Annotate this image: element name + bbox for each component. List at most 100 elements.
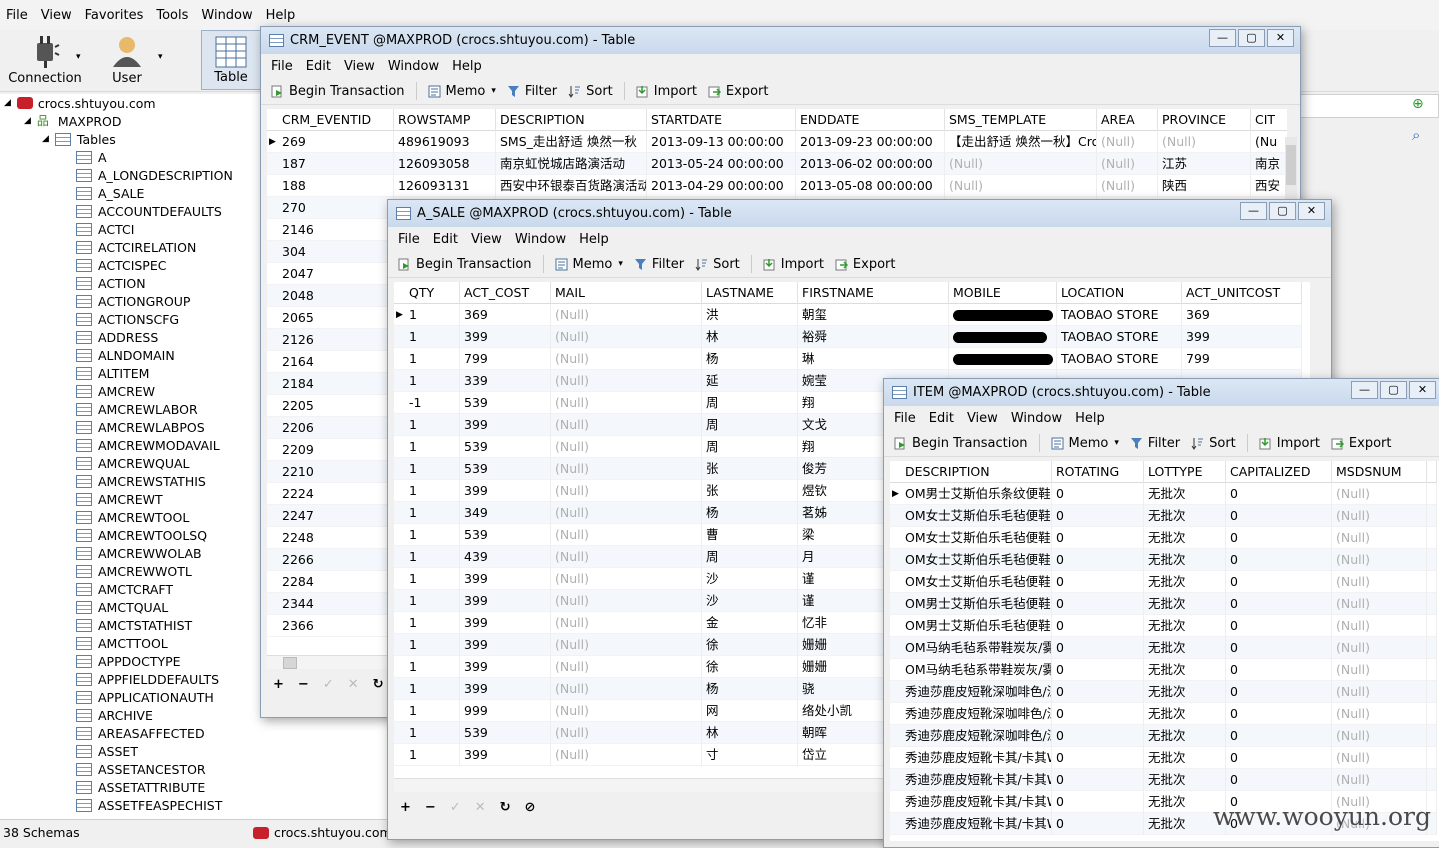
tree-table-item[interactable]: AREASAFFECTED bbox=[76, 724, 205, 742]
column-header[interactable]: LASTNAME bbox=[702, 282, 798, 304]
table-cell[interactable] bbox=[949, 304, 1057, 326]
table-cell[interactable]: 399 bbox=[460, 568, 551, 590]
tree-connection[interactable]: ◢crocs.shtuyou.com bbox=[4, 94, 156, 112]
table-row[interactable]: ▶1369(Null)洪朝玺TAOBAO STORE369 bbox=[394, 304, 1302, 326]
table-cell[interactable]: (Null) bbox=[551, 612, 702, 634]
tree-table-item[interactable]: AMCREWWOTL bbox=[76, 562, 192, 580]
export-button[interactable]: Export bbox=[708, 84, 769, 99]
table-row[interactable]: OM男士艾斯伯乐毛毡便鞋0无批次0(Null) bbox=[890, 615, 1437, 637]
tree-table-item[interactable]: ACTION bbox=[76, 274, 146, 292]
window-titlebar[interactable]: A_SALE @MAXPROD (crocs.shtuyou.com) - Ta… bbox=[388, 200, 1331, 227]
table-cell[interactable]: (Null) bbox=[1332, 549, 1427, 571]
table-cell[interactable]: 1 bbox=[405, 370, 460, 392]
tree-table-item[interactable]: AMCREWQUAL bbox=[76, 454, 190, 472]
table-cell[interactable]: 1 bbox=[405, 458, 460, 480]
table-cell[interactable]: 399 bbox=[460, 612, 551, 634]
table-cell[interactable]: 1 bbox=[405, 612, 460, 634]
table-cell[interactable]: 无批次 bbox=[1144, 527, 1226, 549]
table-cell[interactable]: 1 bbox=[405, 700, 460, 722]
delete-record-icon[interactable]: − bbox=[298, 677, 309, 692]
maximize-button[interactable]: ▢ bbox=[1238, 29, 1265, 47]
table-cell[interactable]: 2210 bbox=[278, 461, 394, 483]
import-button[interactable]: Import bbox=[1259, 436, 1320, 451]
table-cell[interactable]: 2248 bbox=[278, 527, 394, 549]
table-cell[interactable]: 539 bbox=[460, 458, 551, 480]
tree-table-item[interactable]: AMCREWT bbox=[76, 490, 163, 508]
table-cell[interactable]: (Null) bbox=[551, 502, 702, 524]
table-cell[interactable]: 1 bbox=[405, 590, 460, 612]
table-cell[interactable]: 539 bbox=[460, 524, 551, 546]
tree-table-item[interactable]: ADDRESS bbox=[76, 328, 158, 346]
table-cell[interactable]: 0 bbox=[1226, 593, 1332, 615]
table-cell[interactable]: OM男士艾斯伯乐毛毡便鞋 bbox=[901, 593, 1052, 615]
table-cell[interactable]: (Null) bbox=[551, 568, 702, 590]
table-cell[interactable]: 799 bbox=[460, 348, 551, 370]
table-cell[interactable]: (Null) bbox=[551, 458, 702, 480]
table-cell[interactable]: 2205 bbox=[278, 395, 394, 417]
table-cell[interactable]: 周 bbox=[702, 392, 798, 414]
table-cell[interactable]: OM女士艾斯伯乐毛毡便鞋 bbox=[901, 571, 1052, 593]
table-cell[interactable]: 林 bbox=[702, 722, 798, 744]
column-header[interactable]: MSDSNUM bbox=[1332, 461, 1427, 483]
close-button[interactable]: ✕ bbox=[1267, 29, 1294, 47]
table-cell[interactable]: 0 bbox=[1052, 703, 1144, 725]
maximize-button[interactable]: ▢ bbox=[1380, 381, 1407, 399]
table-cell[interactable]: 539 bbox=[460, 722, 551, 744]
table-cell[interactable]: 徐 bbox=[702, 634, 798, 656]
table-cell[interactable]: 126093058 bbox=[394, 153, 496, 175]
table-cell[interactable]: (Null) bbox=[551, 744, 702, 766]
table-cell[interactable]: 399 bbox=[460, 678, 551, 700]
table-cell[interactable]: OM马纳毛毡系带鞋炭灰/雾 bbox=[901, 659, 1052, 681]
table-cell[interactable]: 无批次 bbox=[1144, 769, 1226, 791]
table-cell[interactable]: 270 bbox=[278, 197, 394, 219]
tree-table-item[interactable]: ARCHIVE bbox=[76, 706, 153, 724]
table-cell[interactable]: 0 bbox=[1226, 681, 1332, 703]
tree-table-item[interactable]: ASSETANCESTOR bbox=[76, 760, 206, 778]
table-cell[interactable]: 无批次 bbox=[1144, 659, 1226, 681]
table-cell[interactable]: 0 bbox=[1226, 527, 1332, 549]
table-cell[interactable]: 0 bbox=[1226, 483, 1332, 505]
table-cell[interactable]: 金 bbox=[702, 612, 798, 634]
table-cell[interactable]: (Null) bbox=[551, 414, 702, 436]
table-row[interactable]: ▶269489619093SMS_走出舒适 焕然一秋2013-09-13 00:… bbox=[267, 131, 1287, 153]
window-menu-help[interactable]: Help bbox=[1075, 411, 1105, 426]
table-cell[interactable]: (Null) bbox=[1332, 483, 1427, 505]
table-cell[interactable]: (Nu bbox=[1251, 131, 1287, 153]
table-cell[interactable]: (Null) bbox=[551, 700, 702, 722]
table-cell[interactable]: 399 bbox=[460, 326, 551, 348]
table-cell[interactable]: 沙 bbox=[702, 590, 798, 612]
table-cell[interactable]: 朝玺 bbox=[798, 304, 949, 326]
table-cell[interactable]: 无批次 bbox=[1144, 681, 1226, 703]
table-cell[interactable]: (Null) bbox=[1332, 637, 1427, 659]
table-cell[interactable]: (Null) bbox=[551, 370, 702, 392]
collapse-icon[interactable]: ◢ bbox=[42, 134, 49, 144]
menu-favorites[interactable]: Favorites bbox=[85, 8, 144, 23]
table-cell[interactable]: 269 bbox=[278, 131, 394, 153]
table-cell[interactable]: 399 bbox=[1182, 326, 1302, 348]
menu-help[interactable]: Help bbox=[266, 8, 296, 23]
column-header[interactable]: ACT_COST bbox=[460, 282, 551, 304]
table-cell[interactable]: 799 bbox=[1182, 348, 1302, 370]
window-menu-window[interactable]: Window bbox=[515, 232, 566, 247]
table-cell[interactable] bbox=[1427, 549, 1437, 571]
table-cell[interactable]: 489619093 bbox=[394, 131, 496, 153]
chevron-down-icon[interactable]: ▾ bbox=[1114, 438, 1119, 448]
table-cell[interactable]: 裕舜 bbox=[798, 326, 949, 348]
table-cell[interactable]: 2126 bbox=[278, 329, 394, 351]
search-icon[interactable]: ⌕ bbox=[1412, 126, 1420, 144]
table-cell[interactable]: 陕西 bbox=[1158, 175, 1251, 197]
table-cell[interactable]: 2184 bbox=[278, 373, 394, 395]
begin-button[interactable]: Begin Transaction bbox=[271, 82, 417, 100]
discard-icon[interactable]: ✕ bbox=[475, 800, 486, 815]
table-cell[interactable]: 1 bbox=[405, 678, 460, 700]
column-header[interactable]: MOBILE bbox=[949, 282, 1057, 304]
table-cell[interactable]: 秀迪莎鹿皮短靴深咖啡色/深 bbox=[901, 681, 1052, 703]
table-cell[interactable]: (Null) bbox=[1332, 703, 1427, 725]
table-cell[interactable]: 1 bbox=[405, 502, 460, 524]
minimize-button[interactable]: — bbox=[1209, 29, 1236, 47]
table-cell[interactable]: 399 bbox=[460, 656, 551, 678]
table-cell[interactable]: 无批次 bbox=[1144, 747, 1226, 769]
menu-view[interactable]: View bbox=[41, 8, 72, 23]
table-cell[interactable]: 无批次 bbox=[1144, 725, 1226, 747]
table-cell[interactable]: (Null) bbox=[551, 634, 702, 656]
